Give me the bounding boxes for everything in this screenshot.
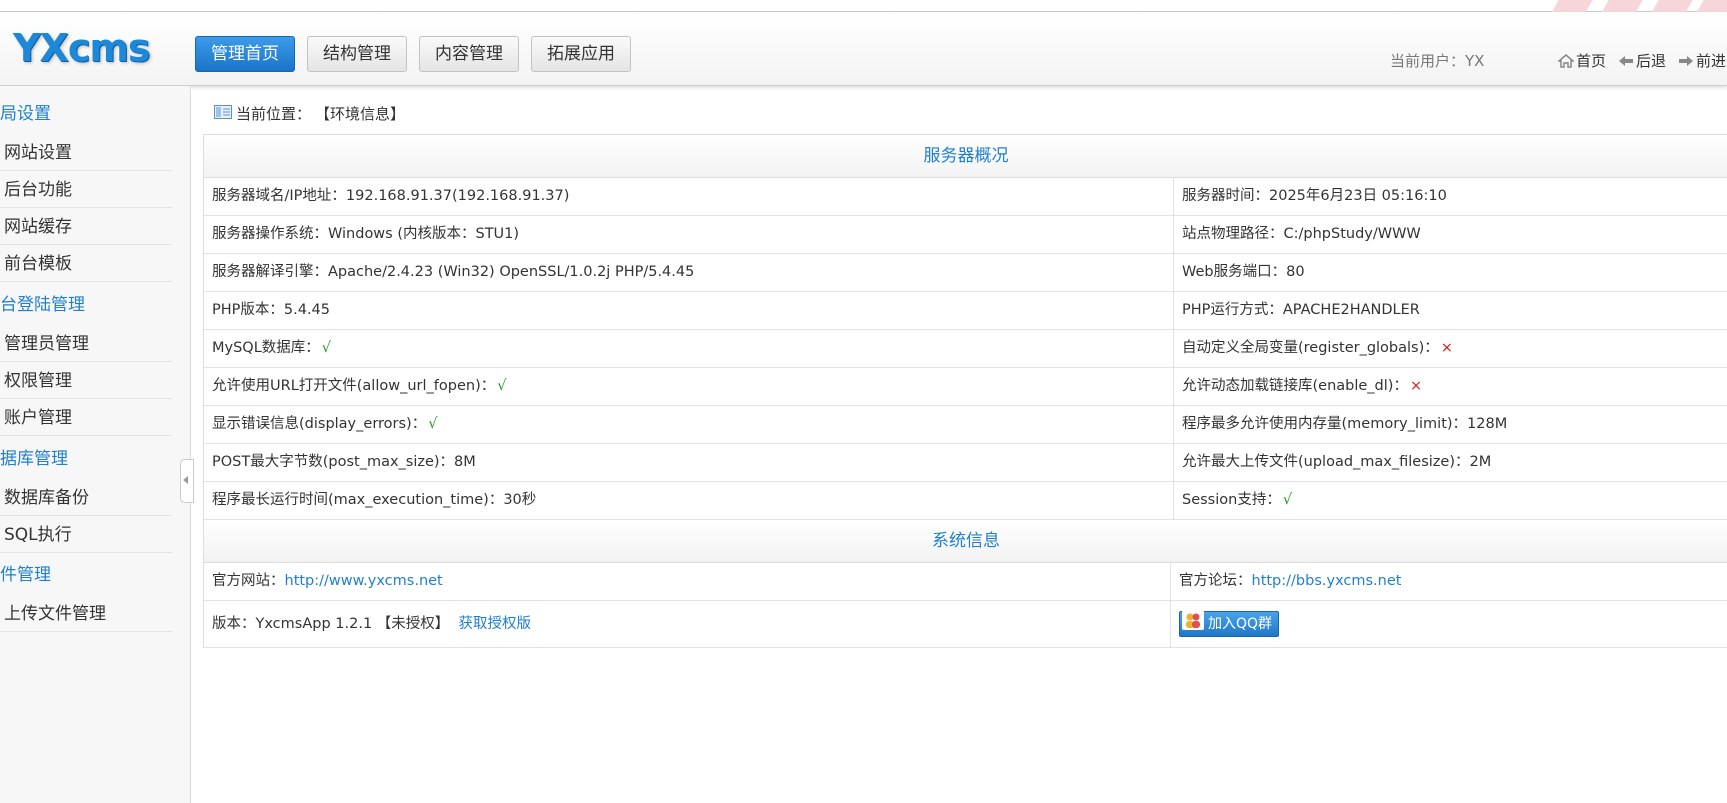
display-errors-label: 显示错误信息(display_errors)： — [212, 416, 427, 432]
nav-extensions[interactable]: 拓展应用 — [531, 36, 631, 72]
session-support: Session支持： √ — [1174, 482, 1727, 519]
table-row: 服务器解译引擎：Apache/2.4.23 (Win32) OpenSSL/1.… — [204, 254, 1727, 292]
server-os: 服务器操作系统：Windows (内核版本：STU1) — [204, 216, 1174, 253]
enable-dl: 允许动态加载链接库(enable_dl)： × — [1174, 368, 1727, 405]
top-border — [0, 0, 1727, 12]
sidebar-item-frontend-templates[interactable]: 前台模板 — [0, 246, 172, 282]
header: YXcms 管理首页 结构管理 内容管理 拓展应用 当前用户：YX 首页 后退 … — [0, 12, 1727, 86]
site-path: 站点物理路径：C:/phpStudy/WWW — [1182, 226, 1421, 242]
table-row: 版本：YxcmsApp 1.2.1 【未授权】 获取授权版 加入QQ群 — [204, 601, 1727, 648]
register-globals-label: 自动定义全局变量(register_globals)： — [1182, 340, 1439, 356]
official-site: 官方网站：http://www.yxcms.net — [204, 563, 1171, 600]
table-row: PHP版本：5.4.45 PHP运行方式：APACHE2HANDLER — [204, 292, 1727, 330]
table-row: 官方网站：http://www.yxcms.net 官方论坛：http://bb… — [204, 563, 1727, 601]
official-site-link[interactable]: http://www.yxcms.net — [285, 573, 443, 589]
sidebar-category-files[interactable]: 件管理 — [0, 556, 172, 594]
current-user: 当前用户：YX — [1390, 52, 1485, 70]
mysql-support: MySQL数据库： √ — [204, 330, 1174, 367]
official-forum: 官方论坛：http://bbs.yxcms.net — [1171, 563, 1727, 600]
enable-dl-label: 允许动态加载链接库(enable_dl)： — [1182, 378, 1408, 394]
sidebar-category-global-settings[interactable]: 局设置 — [0, 95, 172, 133]
memory-limit: 程序最多允许使用内存量(memory_limit)：128M — [1182, 416, 1508, 432]
mysql-label: MySQL数据库： — [212, 340, 320, 356]
nav-content[interactable]: 内容管理 — [419, 36, 519, 72]
join-qq-group-button[interactable]: 加入QQ群 — [1179, 610, 1280, 638]
version-label: 版本：YxcmsApp 1.2.1 【未授权】 — [212, 616, 450, 632]
environment-info-panel: 服务器概况 服务器域名/IP地址：192.168.91.37(192.168.9… — [203, 134, 1727, 648]
back-link-label: 后退 — [1636, 52, 1667, 70]
php-version: PHP版本：5.4.45 — [204, 292, 1174, 329]
location-icon — [214, 104, 232, 123]
system-info-title: 系统信息 — [204, 520, 1727, 563]
server-engine: 服务器解译引擎：Apache/2.4.23 (Win32) OpenSSL/1.… — [204, 254, 1174, 291]
forward-link-label: 前进 — [1696, 52, 1727, 70]
sidebar-item-backend-features[interactable]: 后台功能 — [0, 172, 172, 208]
table-row: POST最大字节数(post_max_size)：8M 允许最大上传文件(upl… — [204, 444, 1727, 482]
back-link[interactable]: 后退 — [1618, 50, 1666, 71]
sidebar-item-db-backup[interactable]: 数据库备份 — [0, 480, 172, 516]
table-row: 显示错误信息(display_errors)： √ 程序最多允许使用内存量(mem… — [204, 406, 1727, 444]
quick-links: 首页 后退 前进 — [1558, 50, 1726, 71]
web-port: Web服务端口：80 — [1182, 264, 1305, 280]
table-row: 服务器域名/IP地址：192.168.91.37(192.168.91.37) … — [204, 178, 1727, 216]
check-icon: √ — [497, 378, 507, 394]
qq-button-label: 加入QQ群 — [1208, 616, 1273, 632]
table-row: 程序最长运行时间(max_execution_time)：30秒 Session… — [204, 482, 1727, 520]
sidebar-item-accounts[interactable]: 账户管理 — [0, 400, 172, 436]
breadcrumb-value: 【环境信息】 — [315, 105, 406, 123]
sidebar-collapse-toggle[interactable] — [180, 459, 194, 503]
post-max-size: POST最大字节数(post_max_size)：8M — [204, 444, 1174, 481]
cross-icon: × — [1409, 378, 1423, 394]
main-nav: 管理首页 结构管理 内容管理 拓展应用 — [195, 36, 631, 72]
get-license-link[interactable]: 获取授权版 — [459, 616, 532, 632]
sidebar-item-upload-files[interactable]: 上传文件管理 — [0, 596, 172, 632]
official-site-label: 官方网站： — [212, 573, 285, 589]
php-mode: PHP运行方式：APACHE2HANDLER — [1182, 302, 1420, 318]
session-label: Session支持： — [1182, 492, 1281, 508]
allow-url-fopen: 允许使用URL打开文件(allow_url_fopen)： √ — [204, 368, 1174, 405]
nav-structure[interactable]: 结构管理 — [307, 36, 407, 72]
table-row: 允许使用URL打开文件(allow_url_fopen)： √ 允许动态加载链接库… — [204, 368, 1727, 406]
check-icon: √ — [1282, 492, 1293, 508]
breadcrumb-label: 当前位置： — [236, 105, 312, 123]
forward-link[interactable]: 前进 — [1678, 50, 1726, 71]
sidebar-category-database[interactable]: 据库管理 — [0, 440, 172, 478]
sidebar-category-login-management[interactable]: 台登陆管理 — [0, 286, 172, 324]
sidebar-item-site-cache[interactable]: 网站缓存 — [0, 209, 172, 245]
qq-group-icon — [1182, 610, 1204, 638]
register-globals: 自动定义全局变量(register_globals)： × — [1174, 330, 1727, 367]
sidebar: 局设置 网站设置 后台功能 网站缓存 前台模板 台登陆管理 管理员管理 权限管理… — [0, 86, 191, 803]
qq-group-cell: 加入QQ群 — [1171, 601, 1727, 647]
official-forum-link[interactable]: http://bbs.yxcms.net — [1252, 573, 1402, 589]
check-icon: √ — [428, 416, 438, 432]
version-info: 版本：YxcmsApp 1.2.1 【未授权】 获取授权版 — [204, 601, 1171, 647]
sidebar-item-admin-management[interactable]: 管理员管理 — [0, 326, 172, 362]
display-errors: 显示错误信息(display_errors)： √ — [204, 406, 1174, 443]
sidebar-item-site-settings[interactable]: 网站设置 — [0, 135, 172, 171]
home-icon — [1558, 53, 1574, 68]
nav-admin-home[interactable]: 管理首页 — [195, 36, 295, 72]
arrow-right-icon — [1678, 55, 1694, 67]
max-execution-time: 程序最长运行时间(max_execution_time)：30秒 — [204, 482, 1174, 519]
arrow-left-icon — [1618, 55, 1634, 67]
sidebar-item-sql-exec[interactable]: SQL执行 — [0, 517, 172, 553]
table-row: MySQL数据库： √ 自动定义全局变量(register_globals)： × — [204, 330, 1727, 368]
table-row: 服务器操作系统：Windows (内核版本：STU1) 站点物理路径：C:/ph… — [204, 216, 1727, 254]
server-host-ip: 服务器域名/IP地址：192.168.91.37(192.168.91.37) — [204, 178, 1174, 215]
home-link-label: 首页 — [1576, 52, 1607, 70]
server-time: 服务器时间：2025年6月23日 05:16:10 — [1182, 188, 1447, 204]
sidebar-item-permissions[interactable]: 权限管理 — [0, 363, 172, 399]
official-forum-label: 官方论坛： — [1179, 573, 1252, 589]
allow-url-fopen-label: 允许使用URL打开文件(allow_url_fopen)： — [212, 378, 496, 394]
check-icon: √ — [321, 340, 332, 356]
logo: YXcms — [13, 26, 151, 70]
cross-icon: × — [1440, 340, 1453, 356]
upload-max-filesize: 允许最大上传文件(upload_max_filesize)：2M — [1182, 454, 1492, 470]
server-overview-title: 服务器概况 — [204, 135, 1727, 178]
home-link[interactable]: 首页 — [1558, 50, 1606, 71]
breadcrumb: 当前位置： 【环境信息】 — [214, 103, 405, 124]
